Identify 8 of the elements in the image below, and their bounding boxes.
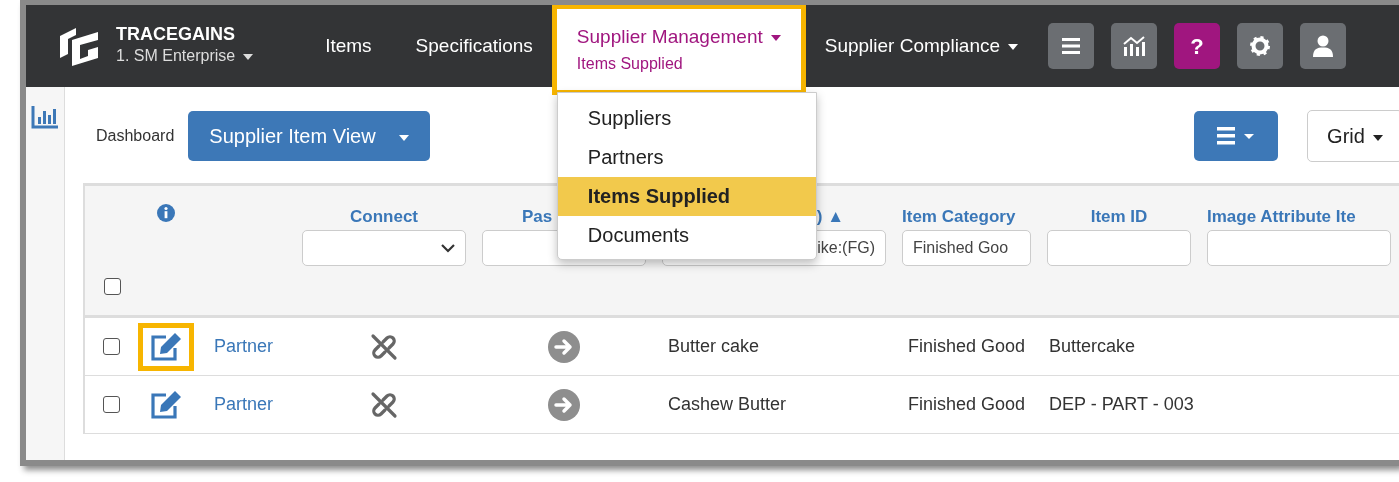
brand-name: TRACEGAINS: [116, 23, 236, 45]
item-id: DEP - PART - 003: [1049, 393, 1194, 416]
item-category: Finished Good: [908, 393, 1026, 416]
dashboard-label: Dashboard: [96, 126, 175, 146]
item-id: Buttercake: [1049, 335, 1136, 358]
item-category: Finished Good: [908, 335, 1026, 358]
item-name: Butter cake: [668, 335, 760, 358]
item-name: Cashew Butter: [668, 393, 787, 416]
